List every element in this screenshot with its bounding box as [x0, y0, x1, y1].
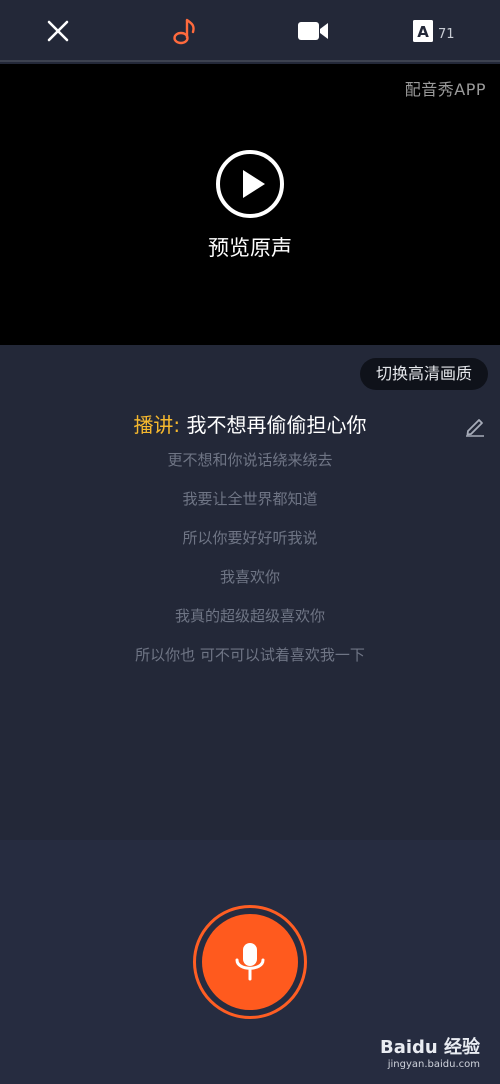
close-icon [47, 20, 69, 42]
svg-text:A: A [417, 23, 429, 41]
lyric-line: 我喜欢你 [219, 568, 280, 586]
lyrics-list: 更不想和你说话绕来绕去 我要让全世界都知道 所以你要好好听我说 我喜欢你 我真的… [0, 449, 500, 683]
lyric-line: 所以你要好好听我说 [182, 529, 318, 547]
video-camera-icon [298, 22, 328, 40]
record-button[interactable] [202, 914, 298, 1010]
close-button[interactable] [38, 12, 78, 50]
baidu-url: jingyan.baidu.com [387, 1059, 480, 1070]
pencil-icon [466, 419, 484, 437]
lyric-line: 我真的超级超级喜欢你 [174, 607, 325, 625]
lyric-line: 我要让全世界都知道 [182, 490, 318, 508]
lyrics-panel: 切换高清画质 播讲: 我不想再偷偷担心你 更不想和你说话绕来绕去 我要让全世界都… [0, 345, 500, 840]
speaker-label: 播讲: [133, 413, 181, 437]
microphone-icon [235, 943, 265, 981]
record-button-ring [193, 905, 307, 1019]
app-watermark: 配音秀APP [404, 80, 486, 99]
top-toolbar: A 71 [0, 0, 500, 62]
edit-button[interactable] [464, 415, 486, 437]
lyric-line: 所以你也 可不可以试着喜欢我一下 [135, 646, 365, 664]
preview-original-label: 预览原声 [208, 236, 292, 260]
play-button[interactable] [216, 150, 284, 218]
video-tab-button[interactable] [292, 12, 334, 50]
video-preview[interactable]: 配音秀APP 预览原声 [0, 64, 500, 345]
current-lyric-text: 我不想再偷偷担心你 [180, 413, 367, 437]
music-note-icon [173, 18, 195, 45]
music-tab-button[interactable] [166, 12, 206, 50]
baidu-logo-text: Baidu 经验 [379, 1037, 480, 1058]
play-icon [243, 170, 265, 198]
record-area: Baidu 经验 jingyan.baidu.com [0, 840, 500, 1084]
lyric-line: 更不想和你说话绕来绕去 [167, 451, 333, 469]
font-a-icon: A [413, 20, 433, 42]
current-lyric: 播讲: 我不想再偷偷担心你 [0, 409, 500, 438]
baidu-jingyan-watermark: Baidu 经验 jingyan.baidu.com [380, 1033, 480, 1070]
text-count: 71 [438, 26, 455, 42]
switch-quality-button[interactable]: 切换高清画质 [359, 358, 488, 390]
subtitle-tab-button[interactable]: A 71 [412, 12, 468, 50]
